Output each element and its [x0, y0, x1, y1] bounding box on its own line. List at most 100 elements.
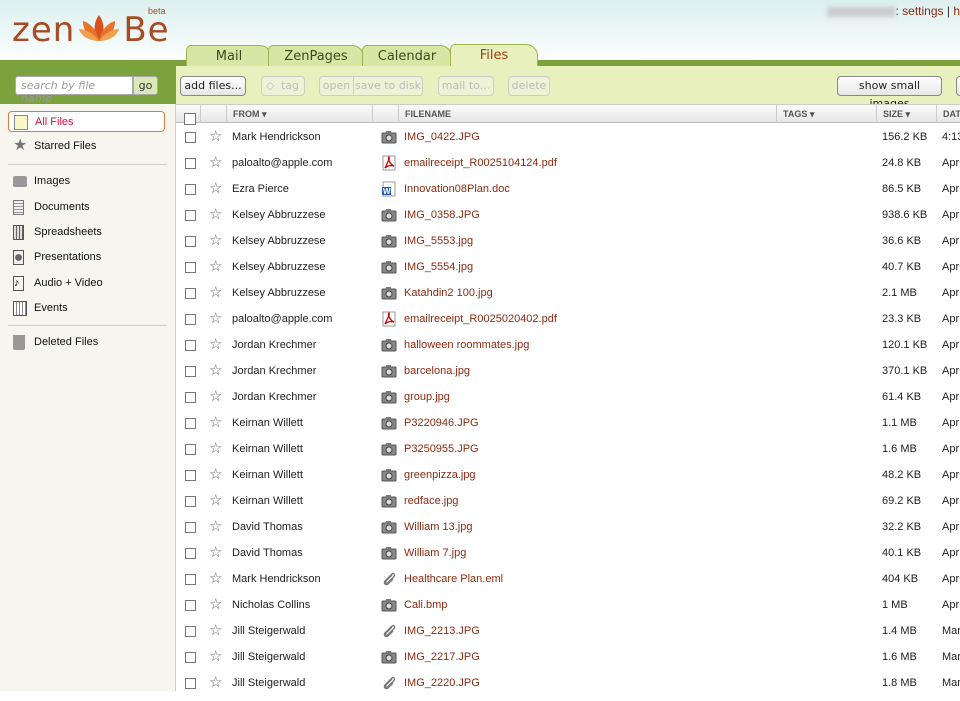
filename-link[interactable]: IMG_2220.JPG: [404, 670, 480, 696]
filename-link[interactable]: IMG_0422.JPG: [404, 124, 480, 150]
search-input[interactable]: search by file name: [15, 76, 133, 105]
filename-link[interactable]: P3250955.JPG: [404, 436, 479, 462]
filename-link[interactable]: Innovation08Plan.doc: [404, 176, 510, 202]
row-checkbox[interactable]: [185, 418, 196, 429]
table-row[interactable]: ☆ Kelsey Abbruzzese IMG_5554.jpg 40.7 KB…: [176, 254, 960, 280]
tab-files[interactable]: Files: [450, 44, 538, 68]
star-icon[interactable]: ☆: [209, 332, 222, 358]
star-icon[interactable]: ☆: [209, 618, 222, 644]
star-icon[interactable]: ☆: [209, 150, 222, 176]
star-icon[interactable]: ☆: [209, 540, 222, 566]
table-row[interactable]: ☆ Jordan Krechmer barcelona.jpg 370.1 KB…: [176, 358, 960, 384]
row-checkbox[interactable]: [185, 678, 196, 689]
table-row[interactable]: ☆ Mark Hendrickson IMG_0422.JPG 156.2 KB…: [176, 124, 960, 150]
table-row[interactable]: ☆ Jill Steigerwald IMG_2213.JPG 1.4 MB M…: [176, 618, 960, 644]
row-checkbox[interactable]: [185, 236, 196, 247]
filename-link[interactable]: William 13.jpg: [404, 514, 472, 540]
from-column-header[interactable]: FROM ▾: [226, 105, 372, 123]
row-checkbox[interactable]: [185, 132, 196, 143]
row-checkbox[interactable]: [185, 392, 196, 403]
help-link[interactable]: h: [953, 4, 960, 18]
sidebar-item-audio-video[interactable]: ♪ Audio + Video: [8, 273, 165, 294]
row-checkbox[interactable]: [185, 600, 196, 611]
filename-column-header[interactable]: FILENAME: [398, 105, 776, 123]
row-checkbox[interactable]: [185, 314, 196, 325]
star-icon[interactable]: ☆: [209, 670, 222, 696]
table-row[interactable]: ☆ Jill Steigerwald IMG_2220.JPG 1.8 MB M…: [176, 670, 960, 696]
date-column-header[interactable]: DATE: [936, 105, 960, 123]
tags-column-header[interactable]: TAGS ▾: [776, 105, 876, 123]
star-icon[interactable]: ☆: [209, 462, 222, 488]
star-icon[interactable]: ☆: [209, 280, 222, 306]
filename-link[interactable]: Cali.bmp: [404, 592, 447, 618]
row-checkbox[interactable]: [185, 522, 196, 533]
go-button[interactable]: go: [133, 76, 158, 95]
filename-link[interactable]: barcelona.jpg: [404, 358, 470, 384]
row-checkbox[interactable]: [185, 574, 196, 585]
filename-link[interactable]: group.jpg: [404, 384, 450, 410]
size-column-header[interactable]: SIZE ▾: [876, 105, 936, 123]
table-row[interactable]: ☆ Jordan Krechmer group.jpg 61.4 KB Apr: [176, 384, 960, 410]
filename-link[interactable]: IMG_0358.JPG: [404, 202, 480, 228]
zenbe-logo[interactable]: zen Be: [12, 10, 170, 50]
table-row[interactable]: ☆ Mark Hendrickson Healthcare Plan.eml 4…: [176, 566, 960, 592]
table-row[interactable]: ☆ Jill Steigerwald IMG_2217.JPG 1.6 MB M…: [176, 644, 960, 670]
table-row[interactable]: ☆ Kelsey Abbruzzese Katahdin2 100.jpg 2.…: [176, 280, 960, 306]
row-checkbox[interactable]: [185, 184, 196, 195]
filename-link[interactable]: IMG_2213.JPG: [404, 618, 480, 644]
star-icon[interactable]: ☆: [209, 566, 222, 592]
star-icon[interactable]: ☆: [209, 358, 222, 384]
row-checkbox[interactable]: [185, 652, 196, 663]
star-icon[interactable]: ☆: [209, 488, 222, 514]
sidebar-item-deleted-files[interactable]: Deleted Files: [8, 332, 165, 353]
sidebar-item-images[interactable]: Images: [8, 171, 165, 192]
star-icon[interactable]: ☆: [209, 384, 222, 410]
table-row[interactable]: ☆ Jordan Krechmer halloween roommates.jp…: [176, 332, 960, 358]
filename-link[interactable]: halloween roommates.jpg: [404, 332, 529, 358]
filename-link[interactable]: IMG_5554.jpg: [404, 254, 473, 280]
star-icon[interactable]: ☆: [209, 254, 222, 280]
sidebar-item-documents[interactable]: Documents: [8, 197, 165, 218]
table-row[interactable]: ☆ Kelsey Abbruzzese IMG_0358.JPG 938.6 K…: [176, 202, 960, 228]
sidebar-item-presentations[interactable]: Presentations: [8, 247, 165, 268]
table-row[interactable]: ☆ Nicholas Collins Cali.bmp 1 MB Apr: [176, 592, 960, 618]
row-checkbox[interactable]: [185, 158, 196, 169]
table-row[interactable]: ☆ Ezra Pierce W Innovation08Plan.doc 86.…: [176, 176, 960, 202]
mail-to-button[interactable]: mail to...: [438, 76, 494, 96]
star-icon[interactable]: ☆: [209, 176, 222, 202]
table-row[interactable]: ☆ David Thomas William 13.jpg 32.2 KB Ap…: [176, 514, 960, 540]
star-icon[interactable]: ☆: [209, 436, 222, 462]
show-small-images-button[interactable]: show small images: [837, 76, 942, 110]
row-checkbox[interactable]: [185, 626, 196, 637]
table-row[interactable]: ☆ paloalto@apple.com emailreceipt_R00251…: [176, 150, 960, 176]
table-row[interactable]: ☆ Keirnan Willett P3220946.JPG 1.1 MB Ap…: [176, 410, 960, 436]
star-icon[interactable]: ☆: [209, 644, 222, 670]
filename-link[interactable]: Healthcare Plan.eml: [404, 566, 503, 592]
star-icon[interactable]: ☆: [209, 306, 222, 332]
filename-link[interactable]: redface.jpg: [404, 488, 458, 514]
settings-link[interactable]: settings: [902, 4, 943, 18]
sidebar-item-starred-files[interactable]: ★ Starred Files: [8, 136, 165, 157]
row-checkbox[interactable]: [185, 210, 196, 221]
star-icon[interactable]: ☆: [209, 228, 222, 254]
filename-link[interactable]: William 7.jpg: [404, 540, 466, 566]
tab-zenpages[interactable]: ZenPages: [268, 45, 364, 67]
sidebar-item-all-files[interactable]: All Files: [8, 111, 165, 132]
row-checkbox[interactable]: [185, 288, 196, 299]
table-row[interactable]: ☆ Keirnan Willett P3250955.JPG 1.6 MB Ap…: [176, 436, 960, 462]
row-checkbox[interactable]: [185, 470, 196, 481]
row-checkbox[interactable]: [185, 366, 196, 377]
table-row[interactable]: ☆ Kelsey Abbruzzese IMG_5553.jpg 36.6 KB…: [176, 228, 960, 254]
tab-calendar[interactable]: Calendar: [362, 45, 452, 67]
star-icon[interactable]: ☆: [209, 514, 222, 540]
row-checkbox[interactable]: [185, 340, 196, 351]
save-to-disk-button[interactable]: save to disk: [353, 76, 423, 96]
sidebar-item-events[interactable]: Events: [8, 298, 165, 319]
tab-mail[interactable]: Mail: [186, 45, 272, 67]
star-icon[interactable]: ☆: [209, 410, 222, 436]
row-checkbox[interactable]: [185, 444, 196, 455]
table-row[interactable]: ☆ Keirnan Willett redface.jpg 69.2 KB Ap…: [176, 488, 960, 514]
sidebar-item-spreadsheets[interactable]: Spreadsheets: [8, 222, 165, 243]
filename-link[interactable]: greenpizza.jpg: [404, 462, 476, 488]
row-checkbox[interactable]: [185, 262, 196, 273]
